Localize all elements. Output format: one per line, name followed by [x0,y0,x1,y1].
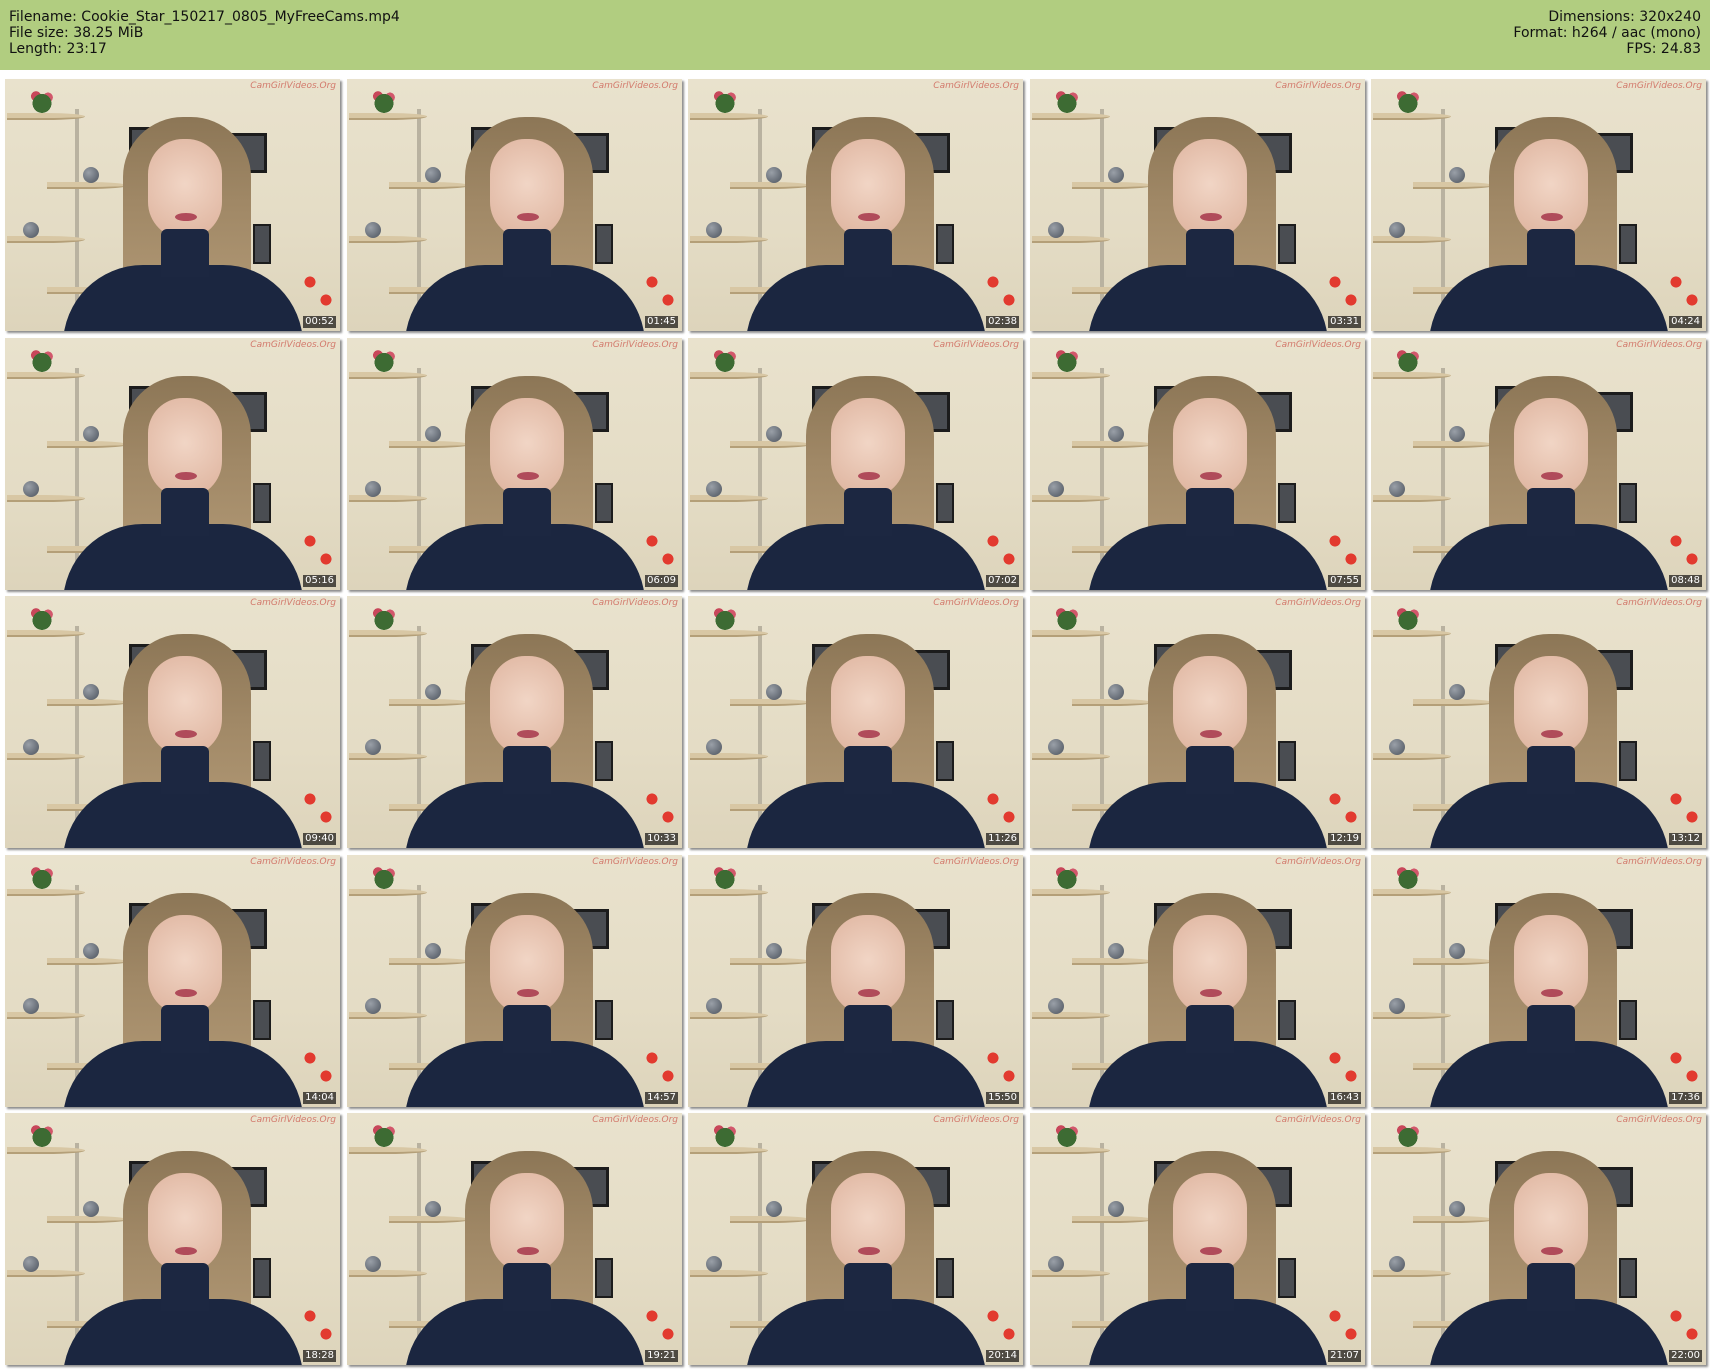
video-thumbnail[interactable]: CamGirlVideos.Org 06:09 [347,338,682,590]
timestamp-label: 17:36 [1669,1092,1702,1104]
video-thumbnail[interactable]: CamGirlVideos.Org 15:50 [688,855,1023,1107]
timestamp-label: 18:28 [303,1350,336,1362]
file-info-left: Filename: Cookie_Star_150217_0805_MyFree… [9,9,400,57]
watermark-text: CamGirlVideos.Org [250,1115,336,1125]
timestamp-label: 15:50 [986,1092,1019,1104]
timestamp-label: 14:57 [645,1092,678,1104]
watermark-text: CamGirlVideos.Org [933,598,1019,608]
timestamp-label: 03:31 [1328,316,1361,328]
watermark-text: CamGirlVideos.Org [250,598,336,608]
file-info-header: Filename: Cookie_Star_150217_0805_MyFree… [0,0,1710,70]
video-thumbnail[interactable]: CamGirlVideos.Org 22:00 [1371,1113,1706,1365]
timestamp-label: 01:45 [645,316,678,328]
timestamp-label: 00:52 [303,316,336,328]
watermark-text: CamGirlVideos.Org [592,340,678,350]
timestamp-label: 07:02 [986,575,1019,587]
video-thumbnail[interactable]: CamGirlVideos.Org 05:16 [5,338,340,590]
video-thumbnail[interactable]: CamGirlVideos.Org 01:45 [347,79,682,331]
timestamp-label: 06:09 [645,575,678,587]
fps-text: FPS: 24.83 [1626,41,1701,57]
video-thumbnail[interactable]: CamGirlVideos.Org 17:36 [1371,855,1706,1107]
watermark-text: CamGirlVideos.Org [933,81,1019,91]
timestamp-label: 04:24 [1669,316,1702,328]
watermark-text: CamGirlVideos.Org [592,1115,678,1125]
watermark-text: CamGirlVideos.Org [592,857,678,867]
video-thumbnail[interactable]: CamGirlVideos.Org 04:24 [1371,79,1706,331]
watermark-text: CamGirlVideos.Org [1616,81,1702,91]
format-text: Format: h264 / aac (mono) [1513,25,1701,41]
video-thumbnail[interactable]: CamGirlVideos.Org 11:26 [688,596,1023,848]
video-thumbnail[interactable]: CamGirlVideos.Org 08:48 [1371,338,1706,590]
watermark-text: CamGirlVideos.Org [1616,340,1702,350]
watermark-text: CamGirlVideos.Org [1275,1115,1361,1125]
watermark-text: CamGirlVideos.Org [250,81,336,91]
timestamp-label: 08:48 [1669,575,1702,587]
watermark-text: CamGirlVideos.Org [250,857,336,867]
video-thumbnail[interactable]: CamGirlVideos.Org 16:43 [1030,855,1365,1107]
video-thumbnail[interactable]: CamGirlVideos.Org 10:33 [347,596,682,848]
length-text: Length: 23:17 [9,41,107,57]
video-thumbnail[interactable]: CamGirlVideos.Org 21:07 [1030,1113,1365,1365]
timestamp-label: 16:43 [1328,1092,1361,1104]
video-thumbnail[interactable]: CamGirlVideos.Org 07:55 [1030,338,1365,590]
filesize-text: File size: 38.25 MiB [9,25,144,41]
watermark-text: CamGirlVideos.Org [1616,857,1702,867]
timestamp-label: 22:00 [1669,1350,1702,1362]
watermark-text: CamGirlVideos.Org [1275,340,1361,350]
video-thumbnail[interactable]: CamGirlVideos.Org 02:38 [688,79,1023,331]
timestamp-label: 11:26 [986,833,1019,845]
watermark-text: CamGirlVideos.Org [1275,857,1361,867]
timestamp-label: 10:33 [645,833,678,845]
video-thumbnail[interactable]: CamGirlVideos.Org 12:19 [1030,596,1365,848]
watermark-text: CamGirlVideos.Org [1616,598,1702,608]
timestamp-label: 21:07 [1328,1350,1361,1362]
timestamp-label: 09:40 [303,833,336,845]
watermark-text: CamGirlVideos.Org [592,598,678,608]
file-info-right: Dimensions: 320x240 Format: h264 / aac (… [1513,9,1701,57]
timestamp-label: 14:04 [303,1092,336,1104]
watermark-text: CamGirlVideos.Org [1275,598,1361,608]
video-thumbnail[interactable]: CamGirlVideos.Org 13:12 [1371,596,1706,848]
watermark-text: CamGirlVideos.Org [592,81,678,91]
video-thumbnail[interactable]: CamGirlVideos.Org 20:14 [688,1113,1023,1365]
timestamp-label: 07:55 [1328,575,1361,587]
video-thumbnail[interactable]: CamGirlVideos.Org 03:31 [1030,79,1365,331]
timestamp-label: 02:38 [986,316,1019,328]
watermark-text: CamGirlVideos.Org [933,1115,1019,1125]
timestamp-label: 13:12 [1669,833,1702,845]
video-thumbnail[interactable]: CamGirlVideos.Org 09:40 [5,596,340,848]
dimensions-text: Dimensions: 320x240 [1548,9,1701,25]
watermark-text: CamGirlVideos.Org [250,340,336,350]
video-thumbnail[interactable]: CamGirlVideos.Org 19:21 [347,1113,682,1365]
watermark-text: CamGirlVideos.Org [1275,81,1361,91]
watermark-text: CamGirlVideos.Org [1616,1115,1702,1125]
timestamp-label: 19:21 [645,1350,678,1362]
video-thumbnail[interactable]: CamGirlVideos.Org 00:52 [5,79,340,331]
timestamp-label: 05:16 [303,575,336,587]
video-thumbnail[interactable]: CamGirlVideos.Org 07:02 [688,338,1023,590]
timestamp-label: 12:19 [1328,833,1361,845]
video-thumbnail[interactable]: CamGirlVideos.Org 14:57 [347,855,682,1107]
watermark-text: CamGirlVideos.Org [933,857,1019,867]
timestamp-label: 20:14 [986,1350,1019,1362]
video-thumbnail[interactable]: CamGirlVideos.Org 14:04 [5,855,340,1107]
watermark-text: CamGirlVideos.Org [933,340,1019,350]
video-thumbnail[interactable]: CamGirlVideos.Org 18:28 [5,1113,340,1365]
filename-text: Filename: Cookie_Star_150217_0805_MyFree… [9,9,400,25]
